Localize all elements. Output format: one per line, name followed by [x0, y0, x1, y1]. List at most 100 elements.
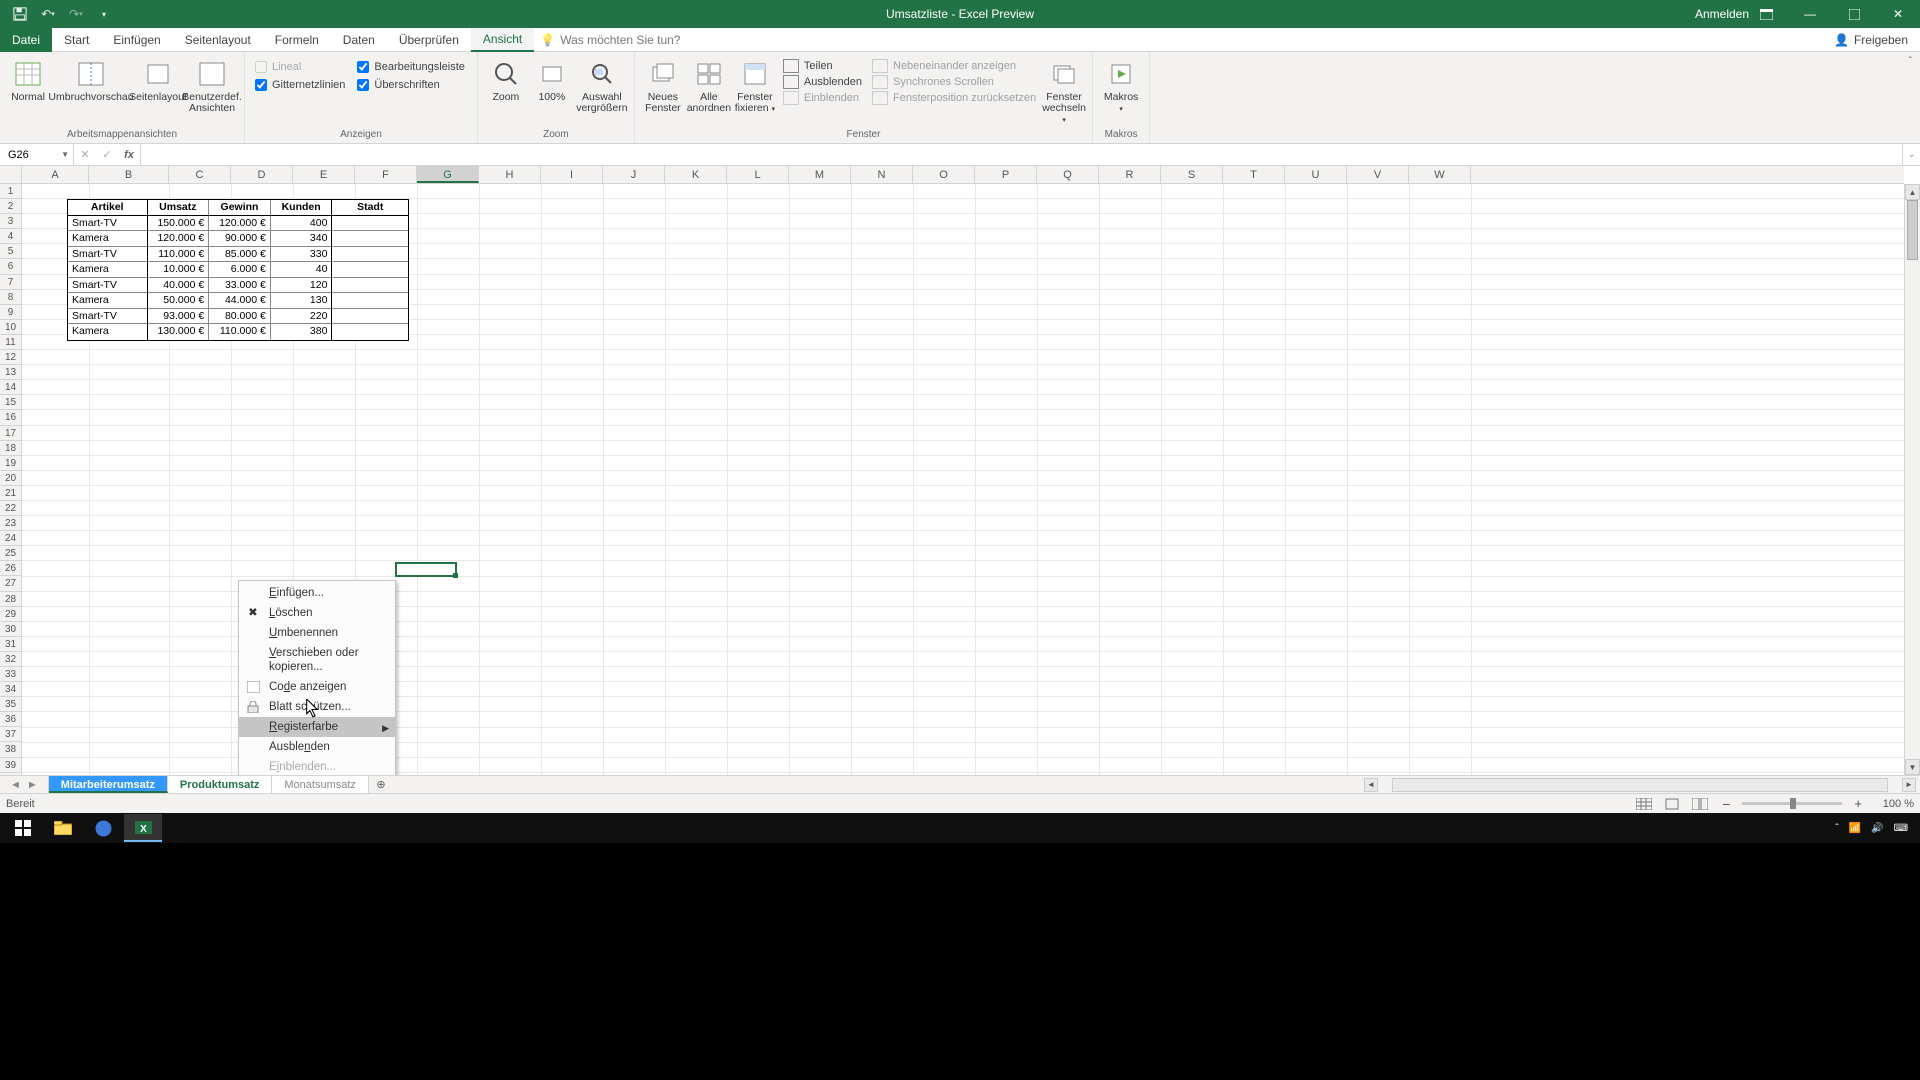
explorer-taskbar-icon[interactable]: [44, 814, 82, 842]
table-cell[interactable]: [332, 293, 408, 309]
sheet-nav[interactable]: ◄►: [0, 776, 49, 793]
tab-start[interactable]: Start: [52, 28, 101, 52]
ctx-insert[interactable]: Einfügen...: [239, 583, 395, 603]
excel-taskbar-icon[interactable]: X: [124, 814, 162, 842]
row-header-16[interactable]: 16: [0, 410, 21, 425]
row-header-34[interactable]: 34: [0, 682, 21, 697]
col-header-Q[interactable]: Q: [1037, 166, 1099, 183]
ctx-rename[interactable]: Umbenennen: [239, 623, 395, 643]
table-cell[interactable]: 130.000 €: [148, 324, 210, 340]
collapse-ribbon-icon[interactable]: ˆ: [1909, 52, 1920, 143]
row-header-26[interactable]: 26: [0, 561, 21, 576]
table-cell[interactable]: Kamera: [68, 293, 148, 309]
row-header-8[interactable]: 8: [0, 290, 21, 305]
ctx-hide[interactable]: Ausblenden: [239, 737, 395, 757]
column-headers[interactable]: ABCDEFGHIJKLMNOPQRSTUVW: [22, 166, 1904, 184]
select-all-corner[interactable]: [0, 166, 22, 184]
row-header-35[interactable]: 35: [0, 697, 21, 712]
custom-views-button[interactable]: Benutzerdef. Ansichten: [186, 55, 238, 114]
tab-insert[interactable]: Einfügen: [101, 28, 172, 52]
row-header-4[interactable]: 4: [0, 229, 21, 244]
row-header-33[interactable]: 33: [0, 667, 21, 682]
row-header-13[interactable]: 13: [0, 365, 21, 380]
tab-view[interactable]: Ansicht: [471, 28, 534, 52]
row-header-38[interactable]: 38: [0, 742, 21, 757]
fx-icon[interactable]: fx: [118, 149, 140, 161]
ribbon-display-icon[interactable]: [1744, 0, 1788, 28]
table-cell[interactable]: 44.000 €: [209, 293, 271, 309]
macros-button[interactable]: Makros▾: [1099, 55, 1143, 115]
table-cell[interactable]: 150.000 €: [148, 216, 210, 232]
table-cell[interactable]: [332, 231, 408, 247]
horizontal-scrollbar[interactable]: ◄ ►: [1360, 776, 1920, 793]
table-cell[interactable]: 90.000 €: [209, 231, 271, 247]
tab-file[interactable]: Datei: [0, 28, 52, 52]
qat-customize-icon[interactable]: ▾: [90, 3, 118, 25]
ctx-delete[interactable]: ✖Löschen: [239, 603, 395, 623]
row-header-3[interactable]: 3: [0, 214, 21, 229]
sheet-tab-produkt[interactable]: Produktumsatz: [168, 776, 272, 793]
table-cell[interactable]: Smart-TV: [68, 247, 148, 263]
tab-data[interactable]: Daten: [331, 28, 387, 52]
row-header-27[interactable]: 27: [0, 576, 21, 591]
sheet-tab-monat[interactable]: Monatsumsatz: [272, 776, 369, 793]
share-button[interactable]: 👤Freigeben: [1822, 28, 1920, 51]
row-header-22[interactable]: 22: [0, 501, 21, 516]
row-header-29[interactable]: 29: [0, 607, 21, 622]
name-box[interactable]: G26▼: [0, 144, 74, 165]
col-header-A[interactable]: A: [22, 166, 89, 183]
col-header-C[interactable]: C: [169, 166, 231, 183]
row-header-11[interactable]: 11: [0, 335, 21, 350]
scroll-down-icon[interactable]: ▼: [1905, 759, 1920, 775]
table-cell[interactable]: 110.000 €: [148, 247, 210, 263]
col-header-L[interactable]: L: [727, 166, 789, 183]
table-cell[interactable]: 40: [271, 262, 333, 278]
row-header-9[interactable]: 9: [0, 305, 21, 320]
col-header-H[interactable]: H: [479, 166, 541, 183]
table-cell[interactable]: Kamera: [68, 324, 148, 340]
tab-formulas[interactable]: Formeln: [263, 28, 331, 52]
row-header-39[interactable]: 39: [0, 758, 21, 773]
table-cell[interactable]: 110.000 €: [209, 324, 271, 340]
col-header-G[interactable]: G: [417, 166, 479, 183]
ctx-move-copy[interactable]: Verschieben oder kopieren...: [239, 643, 395, 677]
active-cell[interactable]: [395, 562, 457, 577]
hscroll-left-icon[interactable]: ◄: [1364, 778, 1378, 792]
col-header-F[interactable]: F: [355, 166, 417, 183]
save-icon[interactable]: [6, 3, 34, 25]
tray-network-icon[interactable]: 📶: [1849, 823, 1861, 834]
tell-me[interactable]: 💡Was möchten Sie tun?: [540, 28, 680, 51]
col-header-P[interactable]: P: [975, 166, 1037, 183]
close-button[interactable]: ✕: [1876, 0, 1920, 28]
ctx-view-code[interactable]: Code anzeigen: [239, 677, 395, 697]
row-header-30[interactable]: 30: [0, 622, 21, 637]
col-header-B[interactable]: B: [89, 166, 169, 183]
col-header-U[interactable]: U: [1285, 166, 1347, 183]
new-sheet-button[interactable]: ⊕: [369, 776, 393, 793]
tray-sound-icon[interactable]: 🔊: [1871, 823, 1883, 834]
table-cell[interactable]: 50.000 €: [148, 293, 210, 309]
signin-button[interactable]: Anmelden: [1700, 0, 1744, 28]
switch-windows-button[interactable]: Fenster wechseln ▾: [1042, 55, 1086, 126]
row-header-25[interactable]: 25: [0, 546, 21, 561]
col-header-N[interactable]: N: [851, 166, 913, 183]
row-header-18[interactable]: 18: [0, 441, 21, 456]
pagelayout-view-button[interactable]: Seitenlayout: [132, 55, 184, 103]
arrange-all-button[interactable]: Alle anordnen: [687, 55, 731, 114]
hide-button[interactable]: Ausblenden: [783, 74, 862, 90]
redo-icon[interactable]: ↷ ▾: [62, 3, 90, 25]
col-header-S[interactable]: S: [1161, 166, 1223, 183]
row-header-23[interactable]: 23: [0, 516, 21, 531]
row-header-24[interactable]: 24: [0, 531, 21, 546]
col-header-T[interactable]: T: [1223, 166, 1285, 183]
row-header-2[interactable]: 2: [0, 199, 21, 214]
zoom-selection-button[interactable]: Auswahl vergrößern: [576, 55, 628, 114]
expand-formula-icon[interactable]: ⌄: [1902, 144, 1920, 165]
normal-view-icon[interactable]: [1634, 796, 1654, 812]
zoom-slider[interactable]: [1742, 802, 1842, 805]
system-tray[interactable]: ˆ 📶 🔊 ⌨: [1835, 823, 1916, 834]
normal-view-button[interactable]: Normal: [6, 55, 50, 103]
row-header-12[interactable]: 12: [0, 350, 21, 365]
ctx-tab-color[interactable]: Registerfarbe▶: [239, 717, 395, 737]
vertical-scrollbar[interactable]: ▲ ▼: [1904, 184, 1920, 775]
